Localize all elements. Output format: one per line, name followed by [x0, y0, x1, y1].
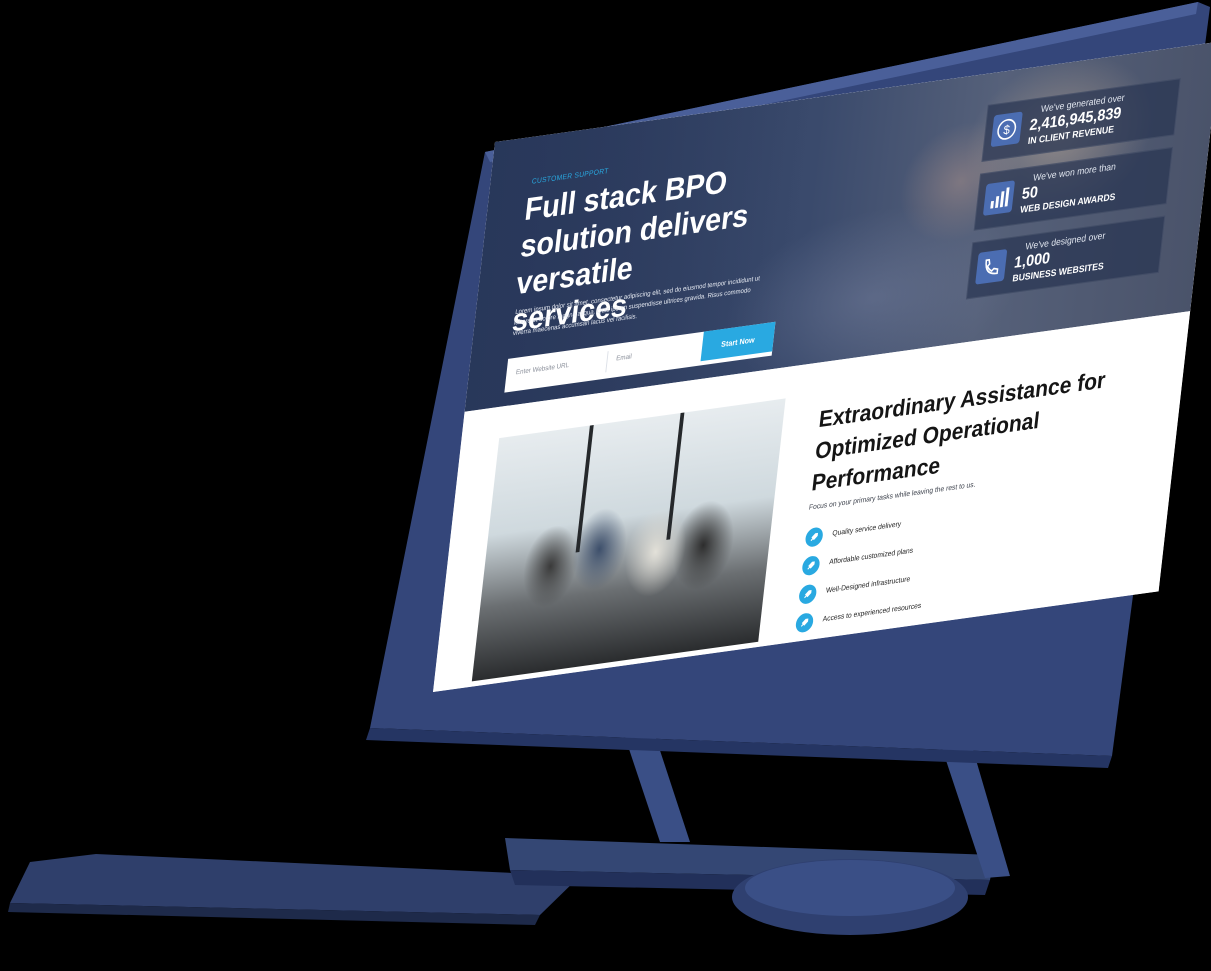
feature-label: Access to experienced resources	[822, 602, 922, 624]
feature-item: Access to experienced resources	[794, 602, 922, 643]
feature-label: Well-Designed infrastructure	[825, 575, 911, 595]
section-title: Extraordinary Assistance for Optimized O…	[810, 366, 1107, 496]
rocket-icon	[804, 526, 824, 548]
rocket-icon	[798, 583, 818, 605]
feature-item: Affordable customized plans	[800, 547, 913, 586]
screen-wrap: CUSTOMER SUPPORT Full stack BPO solution…	[0, 0, 1211, 971]
feature-label: Quality service delivery	[831, 520, 902, 538]
email-input[interactable]: Email	[616, 353, 632, 363]
feature-item: Well-Designed infrastructure	[797, 576, 911, 615]
feature-label: Affordable customized plans	[828, 547, 914, 567]
website-screen: CUSTOMER SUPPORT Full stack BPO solution…	[433, 41, 1211, 693]
svg-text:$: $	[1003, 122, 1011, 137]
window-frame	[575, 425, 594, 553]
feature-item: Quality service delivery	[803, 521, 901, 558]
stat-number: 50	[1020, 183, 1039, 204]
mockup-stage: CUSTOMER SUPPORT Full stack BPO solution…	[0, 0, 1211, 971]
dollar-icon: $	[990, 111, 1023, 148]
phone-icon	[975, 248, 1008, 285]
stat-caption: We've designed over	[1024, 230, 1106, 252]
bar-chart-icon	[982, 180, 1016, 216]
rocket-icon	[794, 612, 815, 634]
feature-list: Quality service delivery Affordable cust…	[794, 521, 922, 643]
rocket-icon	[801, 554, 821, 577]
window-frame	[666, 412, 685, 540]
stat-caption: We've won more than	[1032, 160, 1117, 184]
website-url-input[interactable]: Enter Website URL	[516, 362, 570, 377]
form-divider	[605, 351, 609, 373]
stat-websites: We've designed over 1,000 BUSINESS WEBSI…	[965, 215, 1166, 300]
team-meeting-photo	[471, 398, 786, 682]
